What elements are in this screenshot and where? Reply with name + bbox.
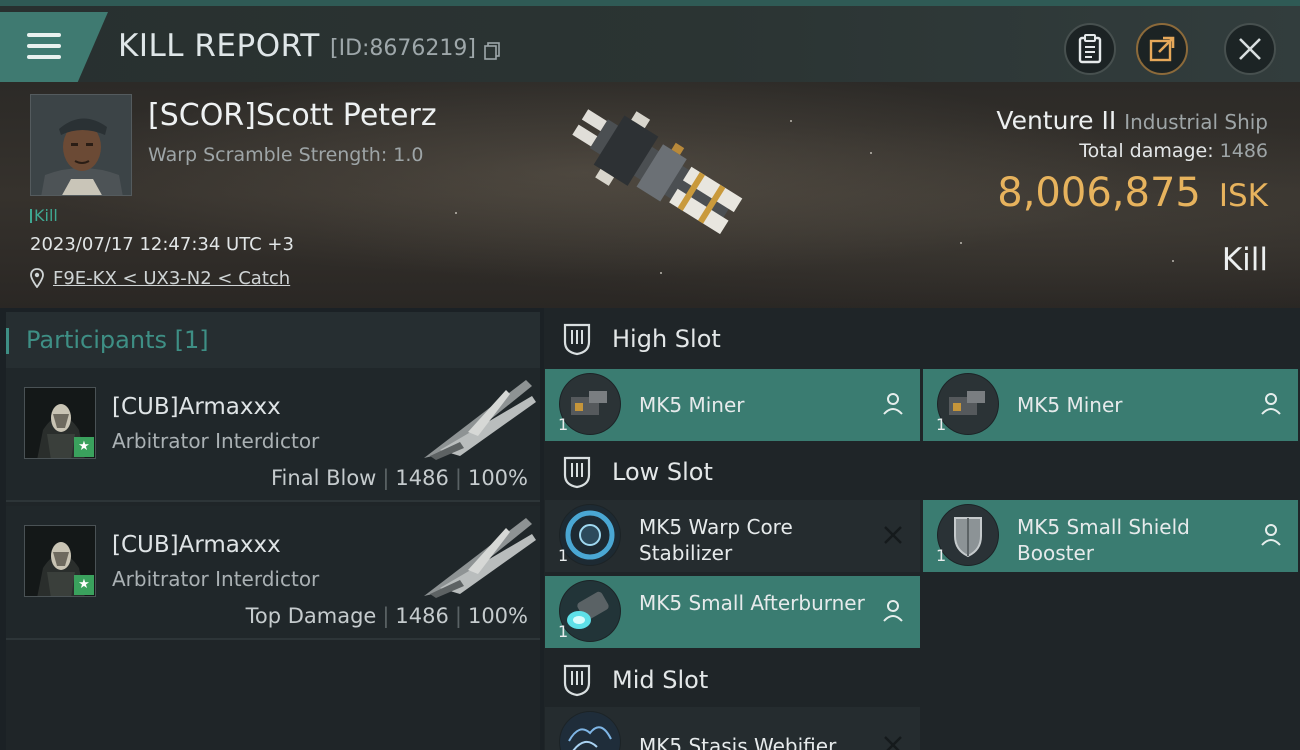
report-id: [ID:8676219]	[330, 36, 476, 61]
arbitrator-ship-icon	[424, 518, 536, 598]
module-quantity: 1	[558, 415, 569, 434]
victim-banner: [SCOR]Scott Peterz Warp Scramble Strengt…	[0, 82, 1300, 308]
isk-value: 8,006,875 ISK	[997, 170, 1268, 216]
isk-amount: 8,006,875	[997, 170, 1201, 216]
menu-icon	[27, 33, 61, 61]
kill-tag: Kill	[30, 206, 58, 225]
participant-role: Final Blow	[271, 466, 377, 490]
arbitrator-ship-icon	[424, 380, 536, 460]
module-quantity: 1	[558, 546, 569, 565]
participant-ship: Arbitrator Interdictor	[112, 429, 320, 453]
victim-name[interactable]: [SCOR]Scott Peterz	[148, 98, 437, 133]
participant-stats: Top Damage | 1486 | 100%	[245, 604, 528, 628]
module-item[interactable]: MK5 Stasis Webifier	[545, 707, 920, 750]
location-link[interactable]: F9E-KX < UX3-N2 < Catch	[53, 268, 290, 289]
victim-ship[interactable]: Venture II Industrial Ship	[996, 106, 1268, 135]
total-damage-value: 1486	[1219, 140, 1268, 162]
participants-panel: Participants [1] ★ [CUB]Armaxxx Arbitrat…	[6, 312, 540, 750]
share-button[interactable]	[1136, 23, 1188, 75]
star-badge-icon: ★	[74, 575, 94, 595]
report-result: Kill	[1221, 242, 1268, 278]
participant-name[interactable]: [CUB]Armaxxx	[112, 532, 281, 558]
victim-avatar[interactable]	[30, 94, 132, 196]
participant-row[interactable]: ★ [CUB]Armaxxx Arbitrator Interdictor Fi…	[6, 368, 540, 502]
ship-name: Venture II	[996, 106, 1117, 135]
kill-datetime: 2023/07/17 12:47:34 UTC +3	[30, 234, 294, 255]
mid-slot-header: Mid Slot	[544, 649, 1300, 709]
shield-booster-icon	[937, 504, 999, 566]
participants-header: Participants [1]	[6, 312, 540, 368]
slot-shield-icon	[563, 664, 591, 697]
clipboard-icon	[1078, 34, 1102, 64]
module-quantity: 1	[936, 415, 947, 434]
person-icon	[1261, 393, 1281, 415]
module-quantity: 1	[558, 622, 569, 641]
location-pin-icon	[30, 268, 44, 288]
ship-type: Industrial Ship	[1124, 110, 1268, 134]
page-title: KILL REPORT	[118, 28, 320, 64]
warp-scramble-strength: Warp Scramble Strength: 1.0	[148, 144, 424, 166]
close-button[interactable]	[1224, 23, 1276, 75]
participant-stats: Final Blow | 1486 | 100%	[271, 466, 528, 490]
participant-damage: 1486	[395, 604, 449, 628]
venture-ship-render	[572, 109, 743, 235]
high-slot-header: High Slot	[544, 308, 1300, 368]
participant-name[interactable]: [CUB]Armaxxx	[112, 394, 281, 420]
person-icon	[883, 393, 903, 415]
share-icon	[1149, 36, 1175, 62]
slot-label: Mid Slot	[612, 666, 709, 694]
total-damage-label: Total damage:	[1079, 140, 1214, 162]
header-bar: KILL REPORT [ID:8676219]	[0, 6, 1300, 82]
module-item[interactable]: 1 MK5 Small Afterburner	[545, 576, 920, 648]
warp-core-stabilizer-icon	[559, 504, 621, 566]
x-icon	[884, 526, 902, 544]
module-quantity: 1	[936, 546, 947, 565]
participant-damage: 1486	[395, 466, 449, 490]
miner-module-icon	[937, 373, 999, 435]
miner-module-icon	[559, 373, 621, 435]
module-name: MK5 Miner	[639, 393, 745, 417]
participant-avatar: ★	[24, 387, 96, 459]
person-icon	[1261, 524, 1281, 546]
slot-label: High Slot	[612, 325, 721, 353]
participant-percent: 100%	[467, 604, 528, 628]
module-item[interactable]: 1 MK5 Small Shield Booster	[923, 500, 1298, 572]
module-name: MK5 Stasis Webifier	[639, 734, 837, 750]
module-item[interactable]: 1 MK5 Miner	[545, 369, 920, 441]
fitting-panel: High Slot 1 MK5 Miner 1 MK5 Miner Low Sl…	[544, 308, 1300, 750]
low-slot-header: Low Slot	[544, 441, 1300, 501]
clipboard-button[interactable]	[1064, 23, 1116, 75]
module-name: MK5 Small Shield Booster	[1017, 515, 1190, 565]
module-item[interactable]: 1 MK5 Warp Core Stabilizer	[545, 500, 920, 572]
stasis-webifier-icon	[559, 711, 621, 750]
close-icon	[1239, 38, 1261, 60]
participant-ship: Arbitrator Interdictor	[112, 567, 320, 591]
person-icon	[883, 600, 903, 622]
star-badge-icon: ★	[74, 437, 94, 457]
participant-role: Top Damage	[245, 604, 377, 628]
x-icon	[884, 736, 902, 750]
participant-avatar: ★	[24, 525, 96, 597]
slot-shield-icon	[563, 323, 591, 356]
module-name: MK5 Miner	[1017, 393, 1123, 417]
participants-title: Participants [1]	[6, 326, 209, 354]
participant-row[interactable]: ★ [CUB]Armaxxx Arbitrator Interdictor To…	[6, 506, 540, 640]
slot-shield-icon	[563, 456, 591, 489]
isk-unit: ISK	[1218, 178, 1268, 214]
afterburner-icon	[559, 580, 621, 642]
copy-icon[interactable]	[484, 42, 500, 60]
slot-label: Low Slot	[612, 458, 713, 486]
module-name: MK5 Small Afterburner	[639, 591, 865, 615]
module-item[interactable]: 1 MK5 Miner	[923, 369, 1298, 441]
module-name: MK5 Warp Core Stabilizer	[639, 515, 793, 565]
participant-percent: 100%	[467, 466, 528, 490]
menu-button[interactable]	[0, 12, 108, 82]
total-damage: Total damage: 1486	[1079, 140, 1268, 162]
